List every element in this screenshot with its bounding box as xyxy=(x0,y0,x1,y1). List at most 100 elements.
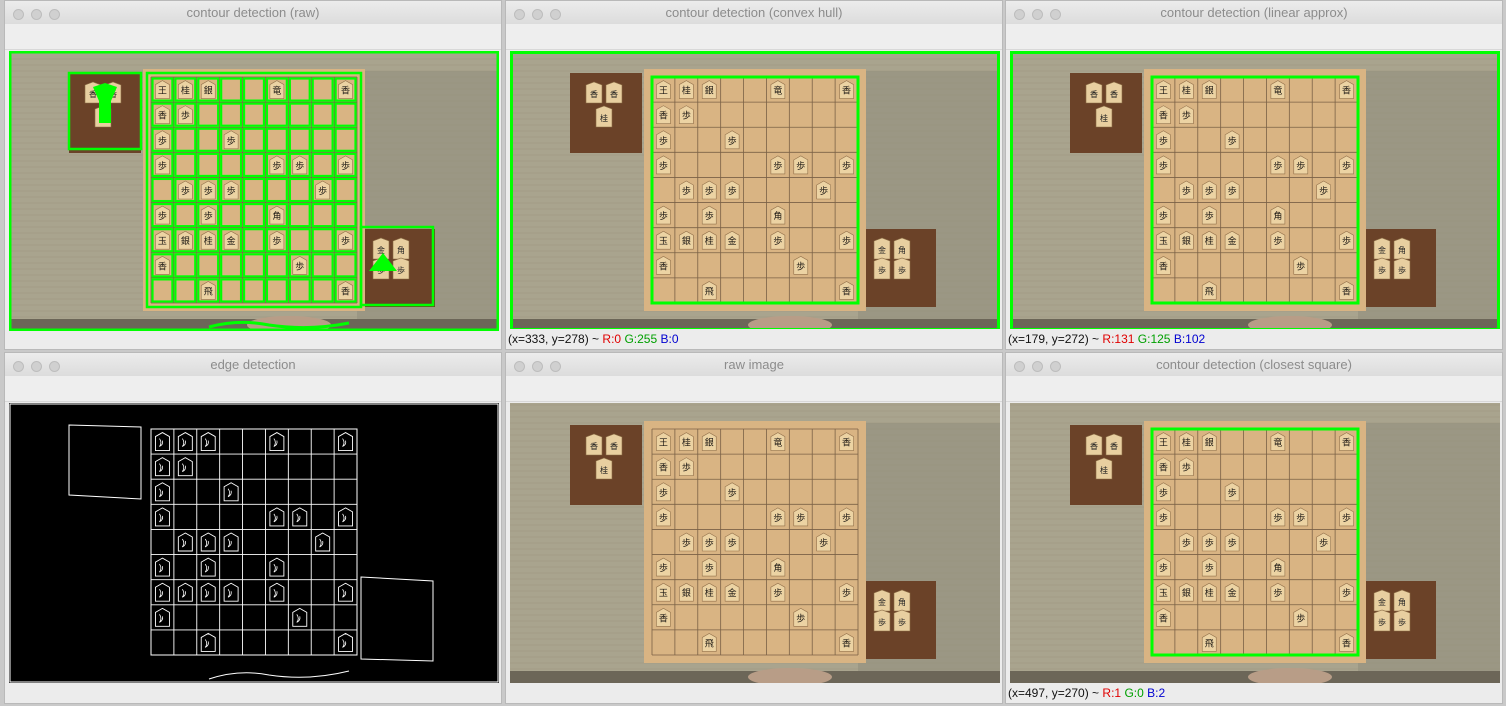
image-canvas[interactable]: 香香桂金角歩歩王桂銀竜香香歩歩歩歩歩歩歩歩歩歩歩歩歩角玉銀桂金歩歩香歩飛香 xyxy=(510,51,1000,331)
minimize-button[interactable] xyxy=(31,361,42,372)
window-closest-square[interactable]: contour detection (closest square) 香香桂金角… xyxy=(1005,352,1503,704)
captured-piece-label: 香 xyxy=(1090,441,1098,451)
shogi-piece-label: 香 xyxy=(659,613,668,624)
shogi-piece-label: 歩 xyxy=(682,185,691,197)
shogi-piece-label: 歩 xyxy=(773,587,782,599)
window-controls xyxy=(514,359,568,377)
captured-piece-label: 金 xyxy=(1378,245,1386,255)
edge-image xyxy=(9,403,499,683)
image-canvas[interactable]: 香香桂金角歩歩王桂銀竜香香歩歩歩歩歩歩歩歩歩歩歩歩歩角玉銀桂金歩歩香歩飛香 xyxy=(1010,403,1500,683)
shogi-piece-label: 銀 xyxy=(181,235,190,247)
shogi-piece-label: 銀 xyxy=(705,437,714,449)
shogi-piece-label: 香 xyxy=(659,261,668,272)
pixel-status-bar: (x=333, y=278) ~ R:0 G:255 B:0 xyxy=(506,329,1002,349)
zoom-button[interactable] xyxy=(1050,9,1061,20)
green-value: G:255 xyxy=(624,332,658,346)
convex-hull-image: 香香桂金 角歩 歩王桂銀竜香香 歩歩 歩歩歩歩歩歩歩歩歩歩歩角玉銀桂金歩歩香 歩飛香 xyxy=(510,51,1000,331)
shogi-piece-label: 王 xyxy=(158,86,167,97)
red-value: R:131 xyxy=(1102,332,1135,346)
shogi-piece-label: 香 xyxy=(1159,613,1168,624)
shogi-board xyxy=(1144,421,1366,663)
zoom-button[interactable] xyxy=(550,361,561,372)
window-title: contour detection (raw) xyxy=(186,5,320,20)
close-button[interactable] xyxy=(1014,9,1025,20)
title-bar[interactable]: edge detection xyxy=(5,353,501,376)
image-canvas[interactable] xyxy=(9,403,499,683)
title-bar[interactable]: contour detection (convex hull) xyxy=(506,1,1002,24)
shogi-piece-label: 歩 xyxy=(1342,587,1351,599)
shogi-piece-label: 歩 xyxy=(1296,160,1305,172)
zoom-button[interactable] xyxy=(49,361,60,372)
window-contour-raw[interactable]: contour detection (raw) 香香桂金角歩歩王桂銀竜香香歩歩歩… xyxy=(4,0,502,350)
shogi-piece-label: 王 xyxy=(659,438,668,449)
shogi-piece-label: 銀 xyxy=(204,85,213,97)
shogi-piece-label: 香 xyxy=(341,86,350,97)
shogi-piece-label: 歩 xyxy=(728,537,737,549)
captured-piece-label: 桂 xyxy=(1100,465,1108,475)
shogi-piece-label: 飛 xyxy=(705,638,714,649)
captured-piece-label: 歩 xyxy=(1378,265,1386,275)
shogi-piece-label: 歩 xyxy=(1228,537,1237,549)
window-controls xyxy=(13,7,67,25)
shogi-piece-label: 香 xyxy=(1159,463,1168,474)
shogi-piece-label: 金 xyxy=(1228,235,1237,247)
close-button[interactable] xyxy=(514,9,525,20)
window-raw-image[interactable]: raw image 香香桂金角歩歩王桂銀竜香香歩歩歩歩歩歩歩歩歩歩歩歩歩角玉銀桂… xyxy=(505,352,1003,704)
image-canvas[interactable]: 香香桂金角歩歩王桂銀竜香香歩歩歩歩歩歩歩歩歩歩歩歩歩角玉銀桂金歩歩香歩飛香 xyxy=(1010,51,1500,331)
zoom-button[interactable] xyxy=(550,9,561,20)
shogi-piece-label: 歩 xyxy=(1205,210,1214,222)
shogi-piece-label: 歩 xyxy=(1342,160,1351,172)
shogi-piece-label: 歩 xyxy=(295,260,304,272)
window-edge-detection[interactable]: edge detection xyxy=(4,352,502,704)
shogi-piece-label: 歩 xyxy=(1159,135,1168,147)
title-bar[interactable]: contour detection (linear approx) xyxy=(1006,1,1502,24)
shogi-piece-label: 桂 xyxy=(705,235,714,247)
captured-piece-label: 金 xyxy=(878,245,886,255)
shogi-piece-label: 飛 xyxy=(1205,286,1214,297)
edge-background xyxy=(9,403,499,683)
image-canvas[interactable]: 香香桂金角歩歩王桂銀竜香香歩歩歩歩歩歩歩歩歩歩歩歩歩角玉銀桂金歩歩香歩飛香 xyxy=(510,403,1000,683)
window-controls xyxy=(1014,359,1068,377)
title-bar[interactable]: contour detection (closest square) xyxy=(1006,353,1502,376)
image-canvas[interactable]: 香香桂金角歩歩王桂銀竜香香歩歩歩歩歩歩歩歩歩歩歩歩歩角玉銀桂金歩歩香歩飛香 xyxy=(9,51,499,331)
shogi-piece-label: 角 xyxy=(272,210,281,222)
captured-piece-label: 香 xyxy=(1090,89,1098,99)
captured-piece-label: 桂 xyxy=(1100,113,1108,123)
shogi-piece-label: 歩 xyxy=(227,185,236,197)
shogi-piece-label: 歩 xyxy=(1182,185,1191,197)
title-bar[interactable]: contour detection (raw) xyxy=(5,1,501,24)
minimize-button[interactable] xyxy=(1032,361,1043,372)
zoom-button[interactable] xyxy=(49,9,60,20)
shogi-piece-label: 玉 xyxy=(158,236,167,247)
window-convex-hull[interactable]: contour detection (convex hull) 香香桂金角歩歩王… xyxy=(505,0,1003,350)
shogi-board xyxy=(644,421,866,663)
close-button[interactable] xyxy=(1014,361,1025,372)
shogi-piece-label: 歩 xyxy=(842,160,851,172)
close-button[interactable] xyxy=(514,361,525,372)
shogi-piece-label: 香 xyxy=(1159,261,1168,272)
shogi-piece-label: 竜 xyxy=(1273,85,1282,97)
captured-piece-label: 金 xyxy=(377,245,385,255)
window-linear-approx[interactable]: contour detection (linear approx) 香香桂金角歩… xyxy=(1005,0,1503,350)
minimize-button[interactable] xyxy=(532,361,543,372)
close-button[interactable] xyxy=(13,361,24,372)
minimize-button[interactable] xyxy=(31,9,42,20)
shogi-piece-label: 歩 xyxy=(272,235,281,247)
shogi-piece-label: 王 xyxy=(1159,438,1168,449)
linear-approx-image: 香香桂金 角歩 歩王桂銀竜香香 歩歩 歩歩歩歩歩歩歩歩歩歩歩角玉銀桂金歩歩香 歩飛香 xyxy=(1010,51,1500,331)
shogi-piece-label: 歩 xyxy=(181,110,190,122)
minimize-button[interactable] xyxy=(532,9,543,20)
shogi-piece-label: 香 xyxy=(659,111,668,122)
captured-piece-label: 角 xyxy=(1398,245,1406,255)
minimize-button[interactable] xyxy=(1032,9,1043,20)
shogi-piece-label: 歩 xyxy=(1205,537,1214,549)
title-bar[interactable]: raw image xyxy=(506,353,1002,376)
window-title: contour detection (closest square) xyxy=(1156,357,1352,372)
zoom-button[interactable] xyxy=(1050,361,1061,372)
shogi-piece-label: 歩 xyxy=(659,135,668,147)
shogi-piece-label: 金 xyxy=(728,587,737,599)
shogi-piece-label: 歩 xyxy=(705,185,714,197)
shogi-piece-label: 歩 xyxy=(1205,185,1214,197)
shogi-piece-label: 香 xyxy=(158,261,167,272)
close-button[interactable] xyxy=(13,9,24,20)
